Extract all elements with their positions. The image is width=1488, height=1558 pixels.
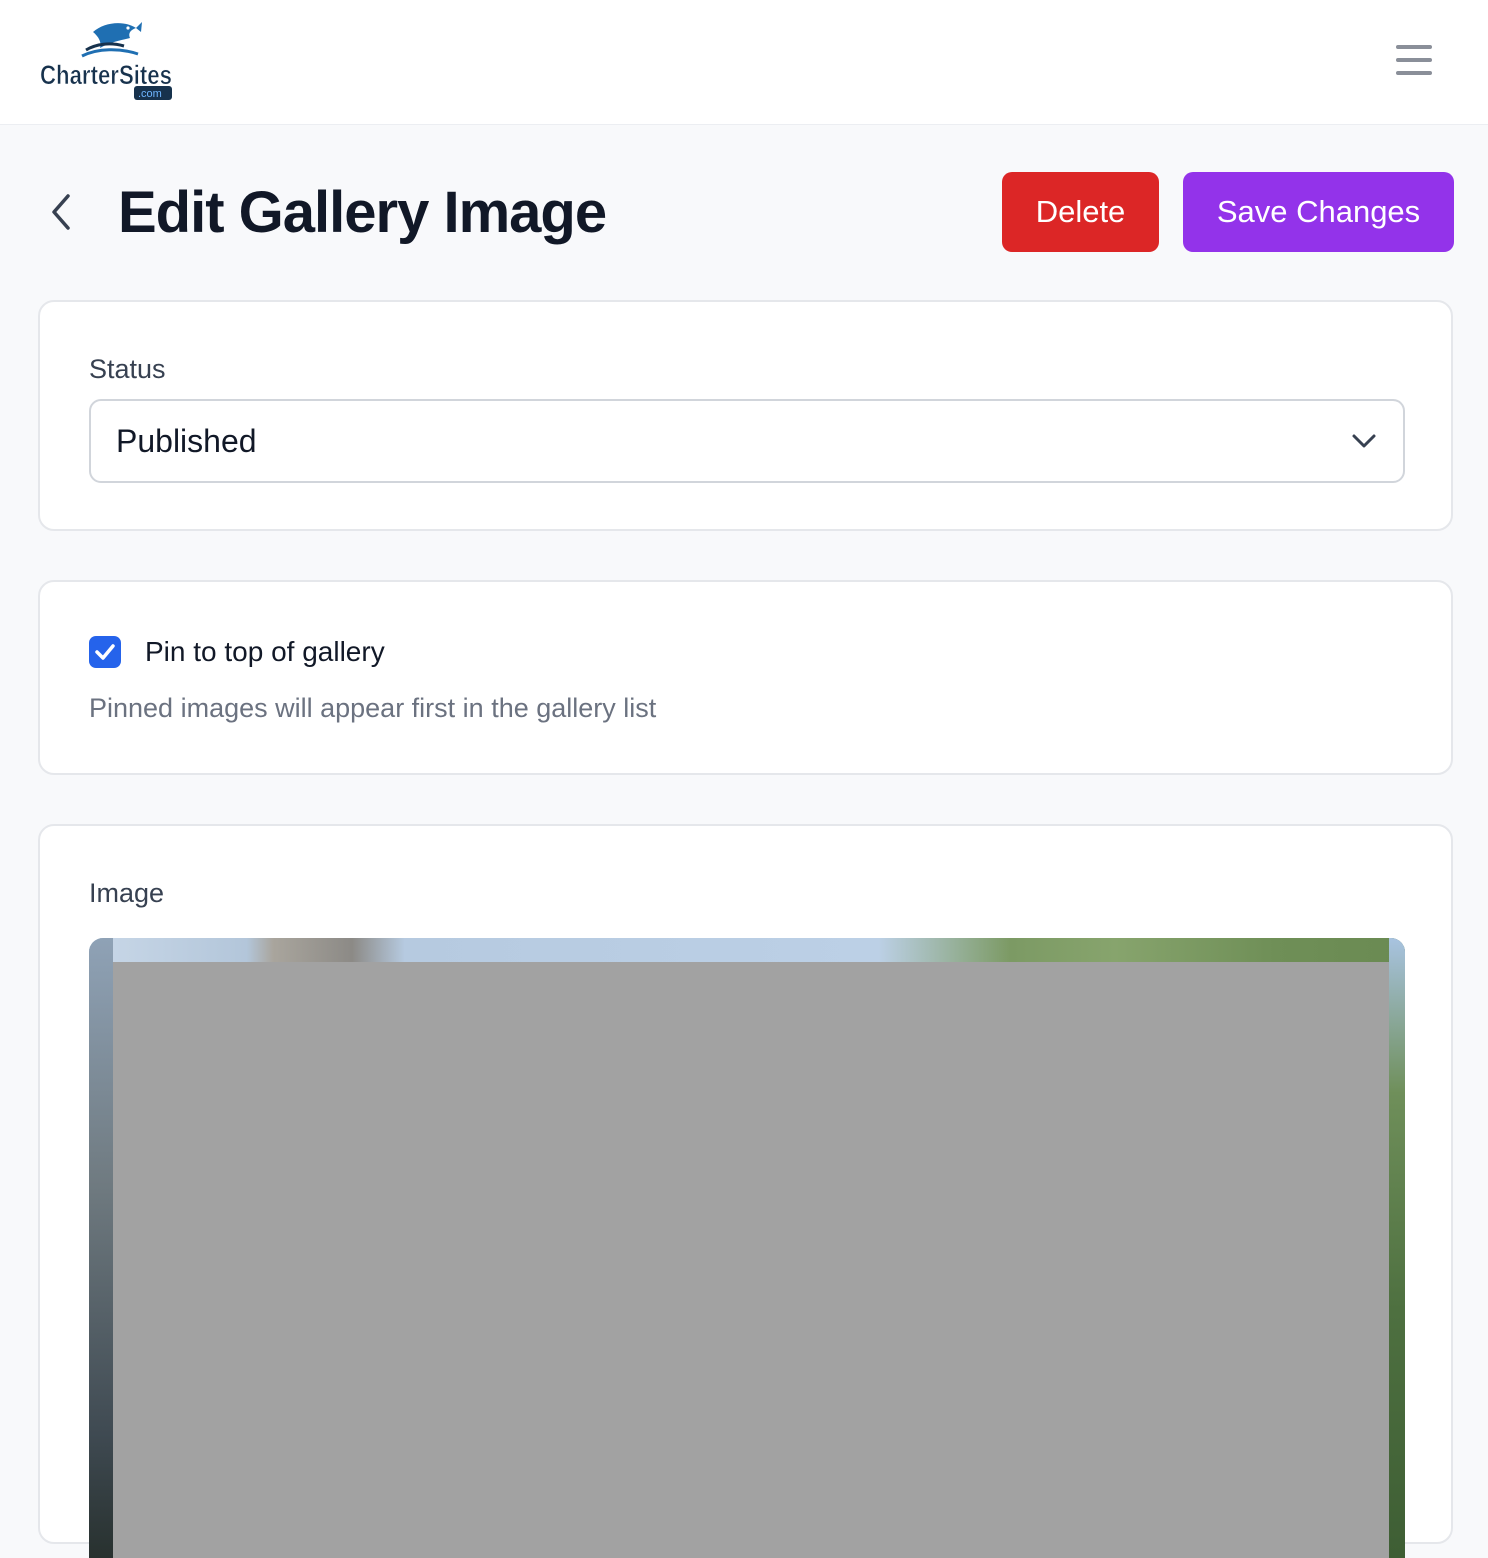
status-select[interactable]: Published [89,399,1405,483]
photo-background [1389,938,1405,1558]
delete-button[interactable]: Delete [1002,172,1159,252]
photo-background [89,938,1405,962]
save-changes-button[interactable]: Save Changes [1183,172,1454,252]
menu-line [1396,71,1432,75]
pin-help-text: Pinned images will appear first in the g… [89,693,657,723]
pin-card: Pin to top of gallery Pinned images will… [38,580,1453,775]
gallery-image-preview[interactable] [89,938,1405,1558]
status-selected-value: Published [116,423,257,459]
image-label: Image [89,878,165,908]
status-card: Status Published [38,300,1453,531]
pin-checkbox[interactable] [89,636,121,668]
pin-checkbox-label[interactable]: Pin to top of gallery [145,632,385,672]
hamburger-menu-icon[interactable] [1392,40,1436,80]
menu-line [1396,58,1432,62]
svg-text:CharterSites: CharterSites [40,60,172,90]
svg-text:.com: .com [138,88,162,100]
redacted-image-area [113,962,1389,1558]
top-navbar: CharterSites .com [0,0,1488,125]
image-card: Image [38,824,1453,1558]
chartersites-logo[interactable]: CharterSites .com [38,18,178,102]
back-button[interactable] [42,190,82,234]
menu-line [1396,45,1432,49]
status-label: Status [89,354,166,384]
chevron-left-icon [52,194,70,230]
page-title: Edit Gallery Image [118,180,607,245]
photo-background [89,938,113,1558]
checkmark-icon [95,644,115,660]
chevron-down-icon [1352,434,1376,448]
